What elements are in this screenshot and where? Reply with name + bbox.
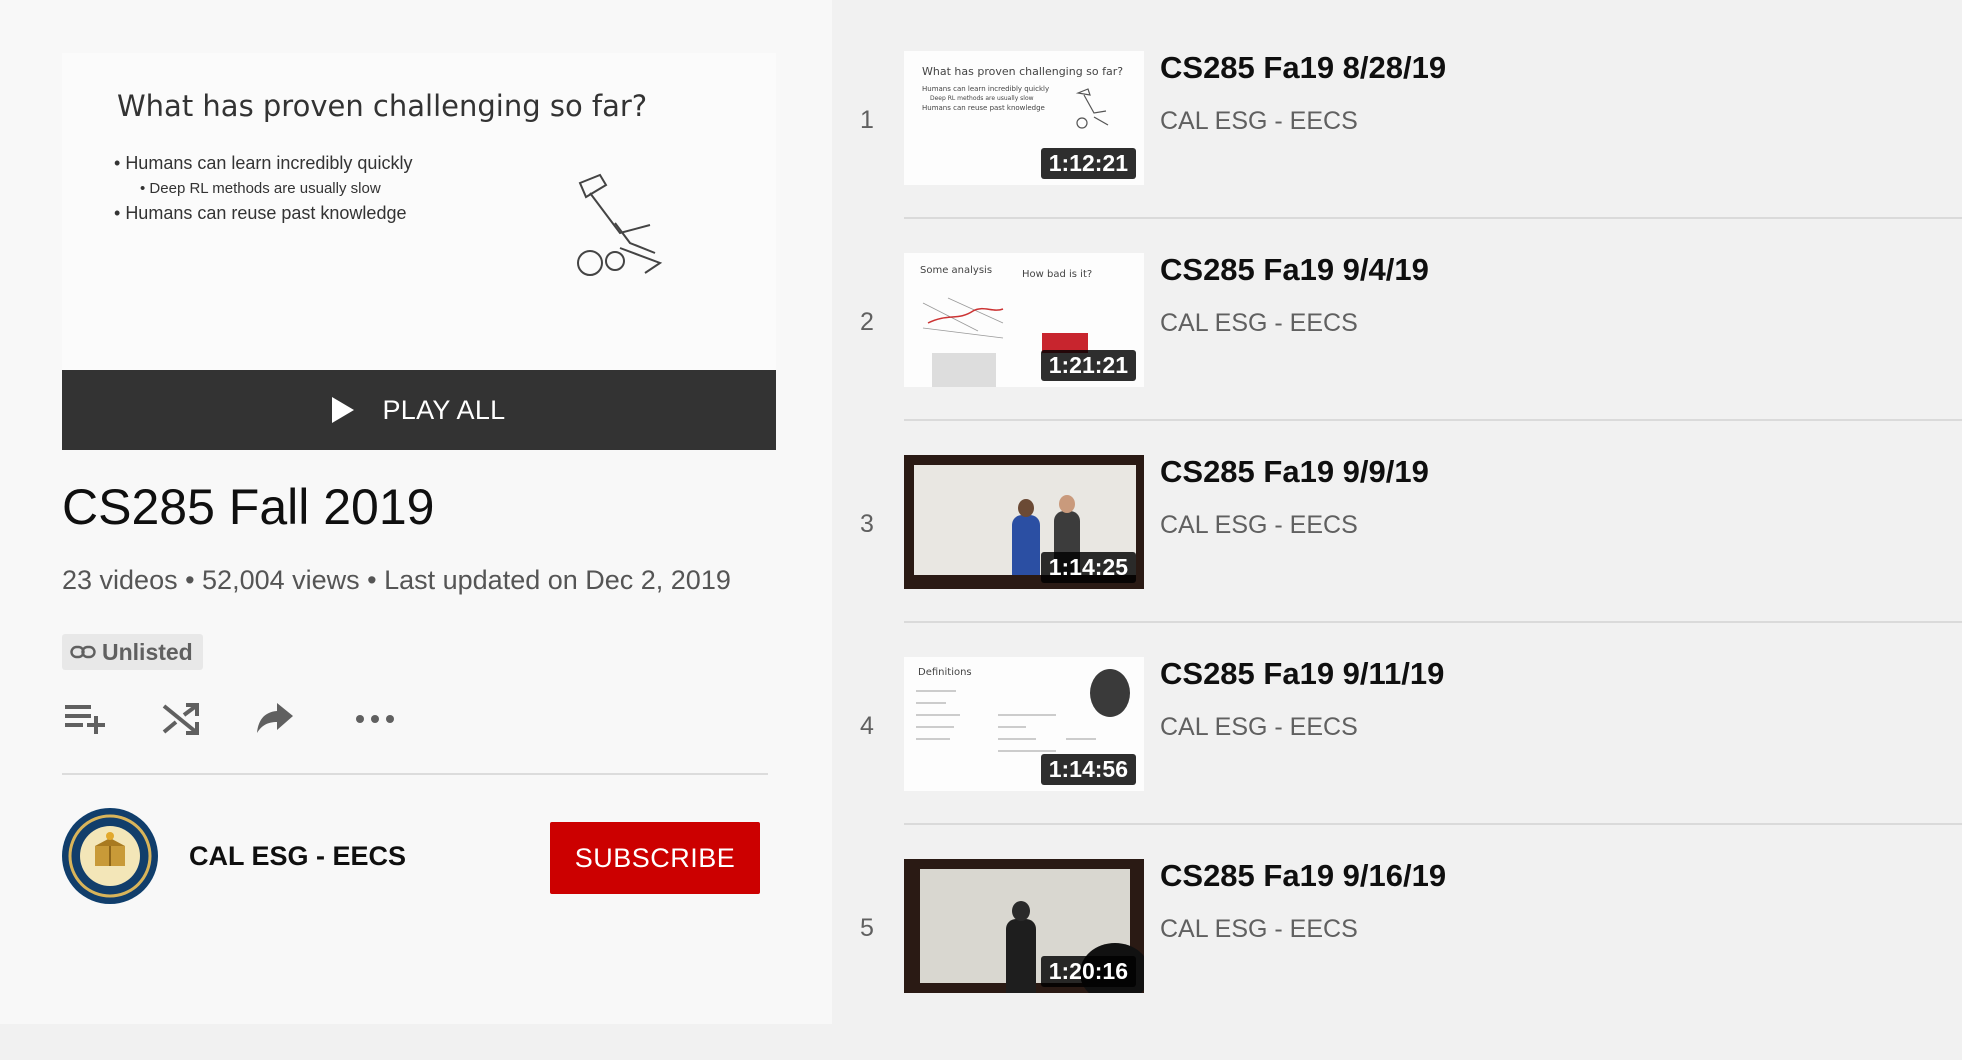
playlist-hero[interactable]: What has proven challenging so far? Huma… bbox=[62, 53, 776, 450]
video-title[interactable]: CS285 Fa19 8/28/19 bbox=[1160, 50, 1446, 86]
share-button[interactable] bbox=[252, 698, 298, 740]
photo-illustration bbox=[932, 353, 996, 387]
channel-avatar[interactable] bbox=[62, 808, 158, 904]
playlist-sidebar: What has proven challenging so far? Huma… bbox=[0, 0, 832, 1024]
video-channel[interactable]: CAL ESG - EECS bbox=[1160, 511, 1358, 540]
person-illustration bbox=[1012, 515, 1040, 575]
video-duration: 1:20:16 bbox=[1040, 956, 1136, 987]
playlist-video-list: 1 What has proven challenging so far? Hu… bbox=[832, 0, 1962, 1024]
row-divider bbox=[904, 823, 1962, 825]
hero-slide-bullet: Humans can reuse past knowledge bbox=[114, 203, 412, 224]
robot-arm-illustration bbox=[1075, 88, 1109, 129]
hero-thumbnail[interactable]: What has proven challenging so far? Huma… bbox=[62, 53, 776, 370]
video-thumbnail[interactable]: Definitions 1:14:56 bbox=[904, 657, 1144, 791]
video-title[interactable]: CS285 Fa19 9/16/19 bbox=[1160, 858, 1446, 894]
playlist-title: CS285 Fall 2019 bbox=[62, 479, 435, 535]
video-duration: 1:14:56 bbox=[1040, 754, 1136, 785]
analysis-plot-illustration bbox=[922, 297, 1004, 339]
video-title[interactable]: CS285 Fa19 9/9/19 bbox=[1160, 454, 1429, 490]
row-divider bbox=[904, 621, 1962, 623]
person-head-illustration bbox=[1059, 495, 1075, 513]
row-divider bbox=[904, 419, 1962, 421]
play-icon bbox=[332, 397, 355, 423]
video-index: 2 bbox=[860, 308, 874, 336]
privacy-label: Unlisted bbox=[102, 638, 193, 665]
hero-slide-bullets: Humans can learn incredibly quickly Deep… bbox=[114, 153, 412, 230]
link-icon bbox=[70, 645, 96, 659]
subscribe-button[interactable]: SUBSCRIBE bbox=[550, 822, 760, 894]
video-index: 1 bbox=[860, 106, 874, 134]
hero-slide-title: What has proven challenging so far? bbox=[117, 89, 648, 123]
video-duration: 1:21:21 bbox=[1040, 350, 1136, 381]
play-all-button[interactable]: PLAY ALL bbox=[62, 370, 776, 450]
row-divider bbox=[904, 217, 1962, 219]
video-channel[interactable]: CAL ESG - EECS bbox=[1160, 915, 1358, 944]
thumbnail-slide-title: What has proven challenging so far? bbox=[922, 65, 1124, 78]
video-index: 4 bbox=[860, 712, 874, 740]
video-thumbnail[interactable]: 1:14:25 bbox=[904, 455, 1144, 589]
playlist-video-row[interactable]: 4 Definitions 1:14:56 CS285 Fa19 9/11/19… bbox=[832, 656, 1962, 858]
add-to-queue-button[interactable] bbox=[62, 698, 108, 740]
video-index: 5 bbox=[860, 914, 874, 942]
thumbnail-slide-line: Humans can learn incredibly quickly bbox=[922, 85, 1050, 93]
video-thumbnail[interactable]: 1:20:16 bbox=[904, 859, 1144, 993]
person-head-illustration bbox=[1018, 499, 1034, 517]
thumbnail-slide-subtitle: How bad is it? bbox=[1022, 269, 1093, 280]
playlist-video-row[interactable]: 2 Some analysis How bad is it? 1:21:21 C… bbox=[832, 252, 1962, 454]
video-duration: 1:14:25 bbox=[1040, 552, 1136, 583]
privacy-badge: Unlisted bbox=[62, 634, 203, 670]
playlist-actions bbox=[62, 698, 422, 740]
playlist-video-row[interactable]: 3 1:14:25 CS285 Fa19 9/9/19 CAL ESG - EE… bbox=[832, 454, 1962, 656]
channel-name[interactable]: CAL ESG - EECS bbox=[189, 841, 406, 872]
hero-slide-bullet: Humans can learn incredibly quickly bbox=[114, 153, 412, 174]
playlist-video-row[interactable]: 5 1:20:16 CS285 Fa19 9/16/19 CAL ESG - E… bbox=[832, 858, 1962, 1060]
university-seal-icon bbox=[63, 809, 157, 903]
thumbnail-slide-line: Deep RL methods are usually slow bbox=[930, 95, 1034, 102]
person-head-illustration bbox=[1012, 901, 1030, 921]
video-title[interactable]: CS285 Fa19 9/11/19 bbox=[1160, 656, 1444, 692]
video-thumbnail[interactable]: What has proven challenging so far? Huma… bbox=[904, 51, 1144, 185]
video-index: 3 bbox=[860, 510, 874, 538]
more-icon bbox=[356, 715, 394, 723]
formula-lines-illustration bbox=[916, 690, 1096, 752]
sidebar-divider bbox=[62, 773, 768, 775]
thumbnail-slide-line: Humans can reuse past knowledge bbox=[922, 104, 1045, 112]
video-channel[interactable]: CAL ESG - EECS bbox=[1160, 713, 1358, 742]
video-title[interactable]: CS285 Fa19 9/4/19 bbox=[1160, 252, 1429, 288]
video-thumbnail[interactable]: Some analysis How bad is it? 1:21:21 bbox=[904, 253, 1144, 387]
more-button[interactable] bbox=[352, 698, 398, 740]
person-illustration bbox=[1006, 919, 1036, 993]
thumbnail-slide-title: Some analysis bbox=[920, 265, 993, 276]
video-duration: 1:12:21 bbox=[1040, 148, 1136, 179]
portrait-illustration bbox=[1090, 669, 1130, 717]
shuffle-button[interactable] bbox=[158, 698, 204, 740]
playlist-video-row[interactable]: 1 What has proven challenging so far? Hu… bbox=[832, 50, 1962, 252]
robot-arm-illustration bbox=[577, 173, 663, 276]
hero-slide-bullet: Deep RL methods are usually slow bbox=[114, 180, 412, 197]
playlist-stats: 23 videos • 52,004 views • Last updated … bbox=[62, 565, 731, 595]
play-all-label: PLAY ALL bbox=[382, 394, 506, 425]
shuffle-icon bbox=[162, 703, 199, 735]
video-channel[interactable]: CAL ESG - EECS bbox=[1160, 309, 1358, 338]
share-icon bbox=[257, 703, 293, 733]
thumbnail-slide-title: Definitions bbox=[918, 667, 972, 678]
video-channel[interactable]: CAL ESG - EECS bbox=[1160, 107, 1358, 136]
add-to-queue-icon bbox=[65, 705, 105, 734]
